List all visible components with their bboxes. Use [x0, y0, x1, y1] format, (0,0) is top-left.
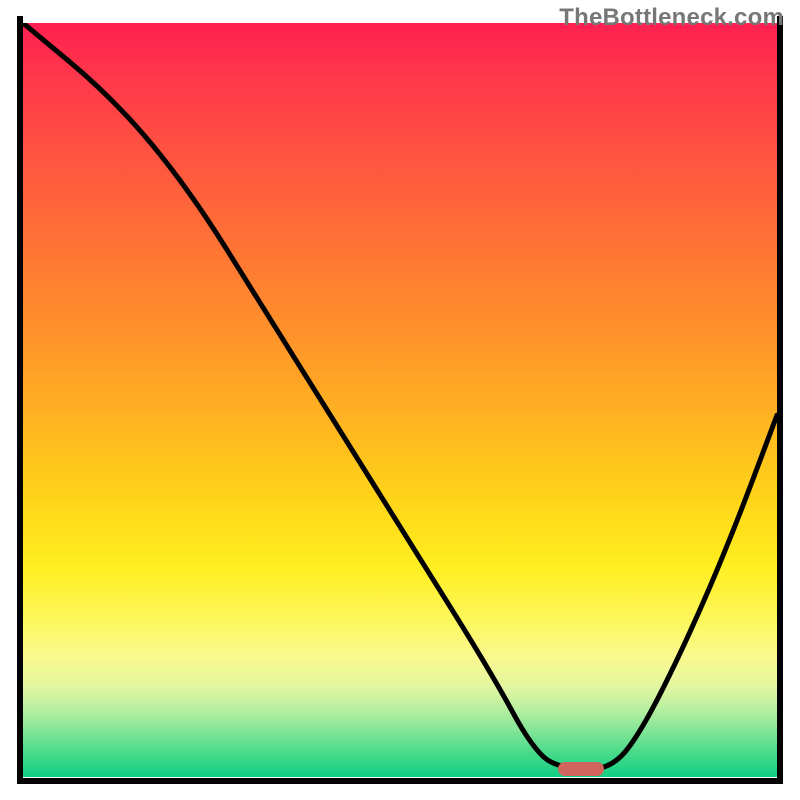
plot-area [23, 23, 777, 777]
bottleneck-curve [23, 23, 777, 777]
y-axis-line [17, 16, 23, 784]
optimal-marker [558, 762, 604, 776]
chart-container: TheBottleneck.com [0, 0, 800, 800]
watermark-text: TheBottleneck.com [559, 4, 784, 32]
x-axis-line [17, 778, 783, 784]
y-axis-line-right [777, 16, 783, 784]
